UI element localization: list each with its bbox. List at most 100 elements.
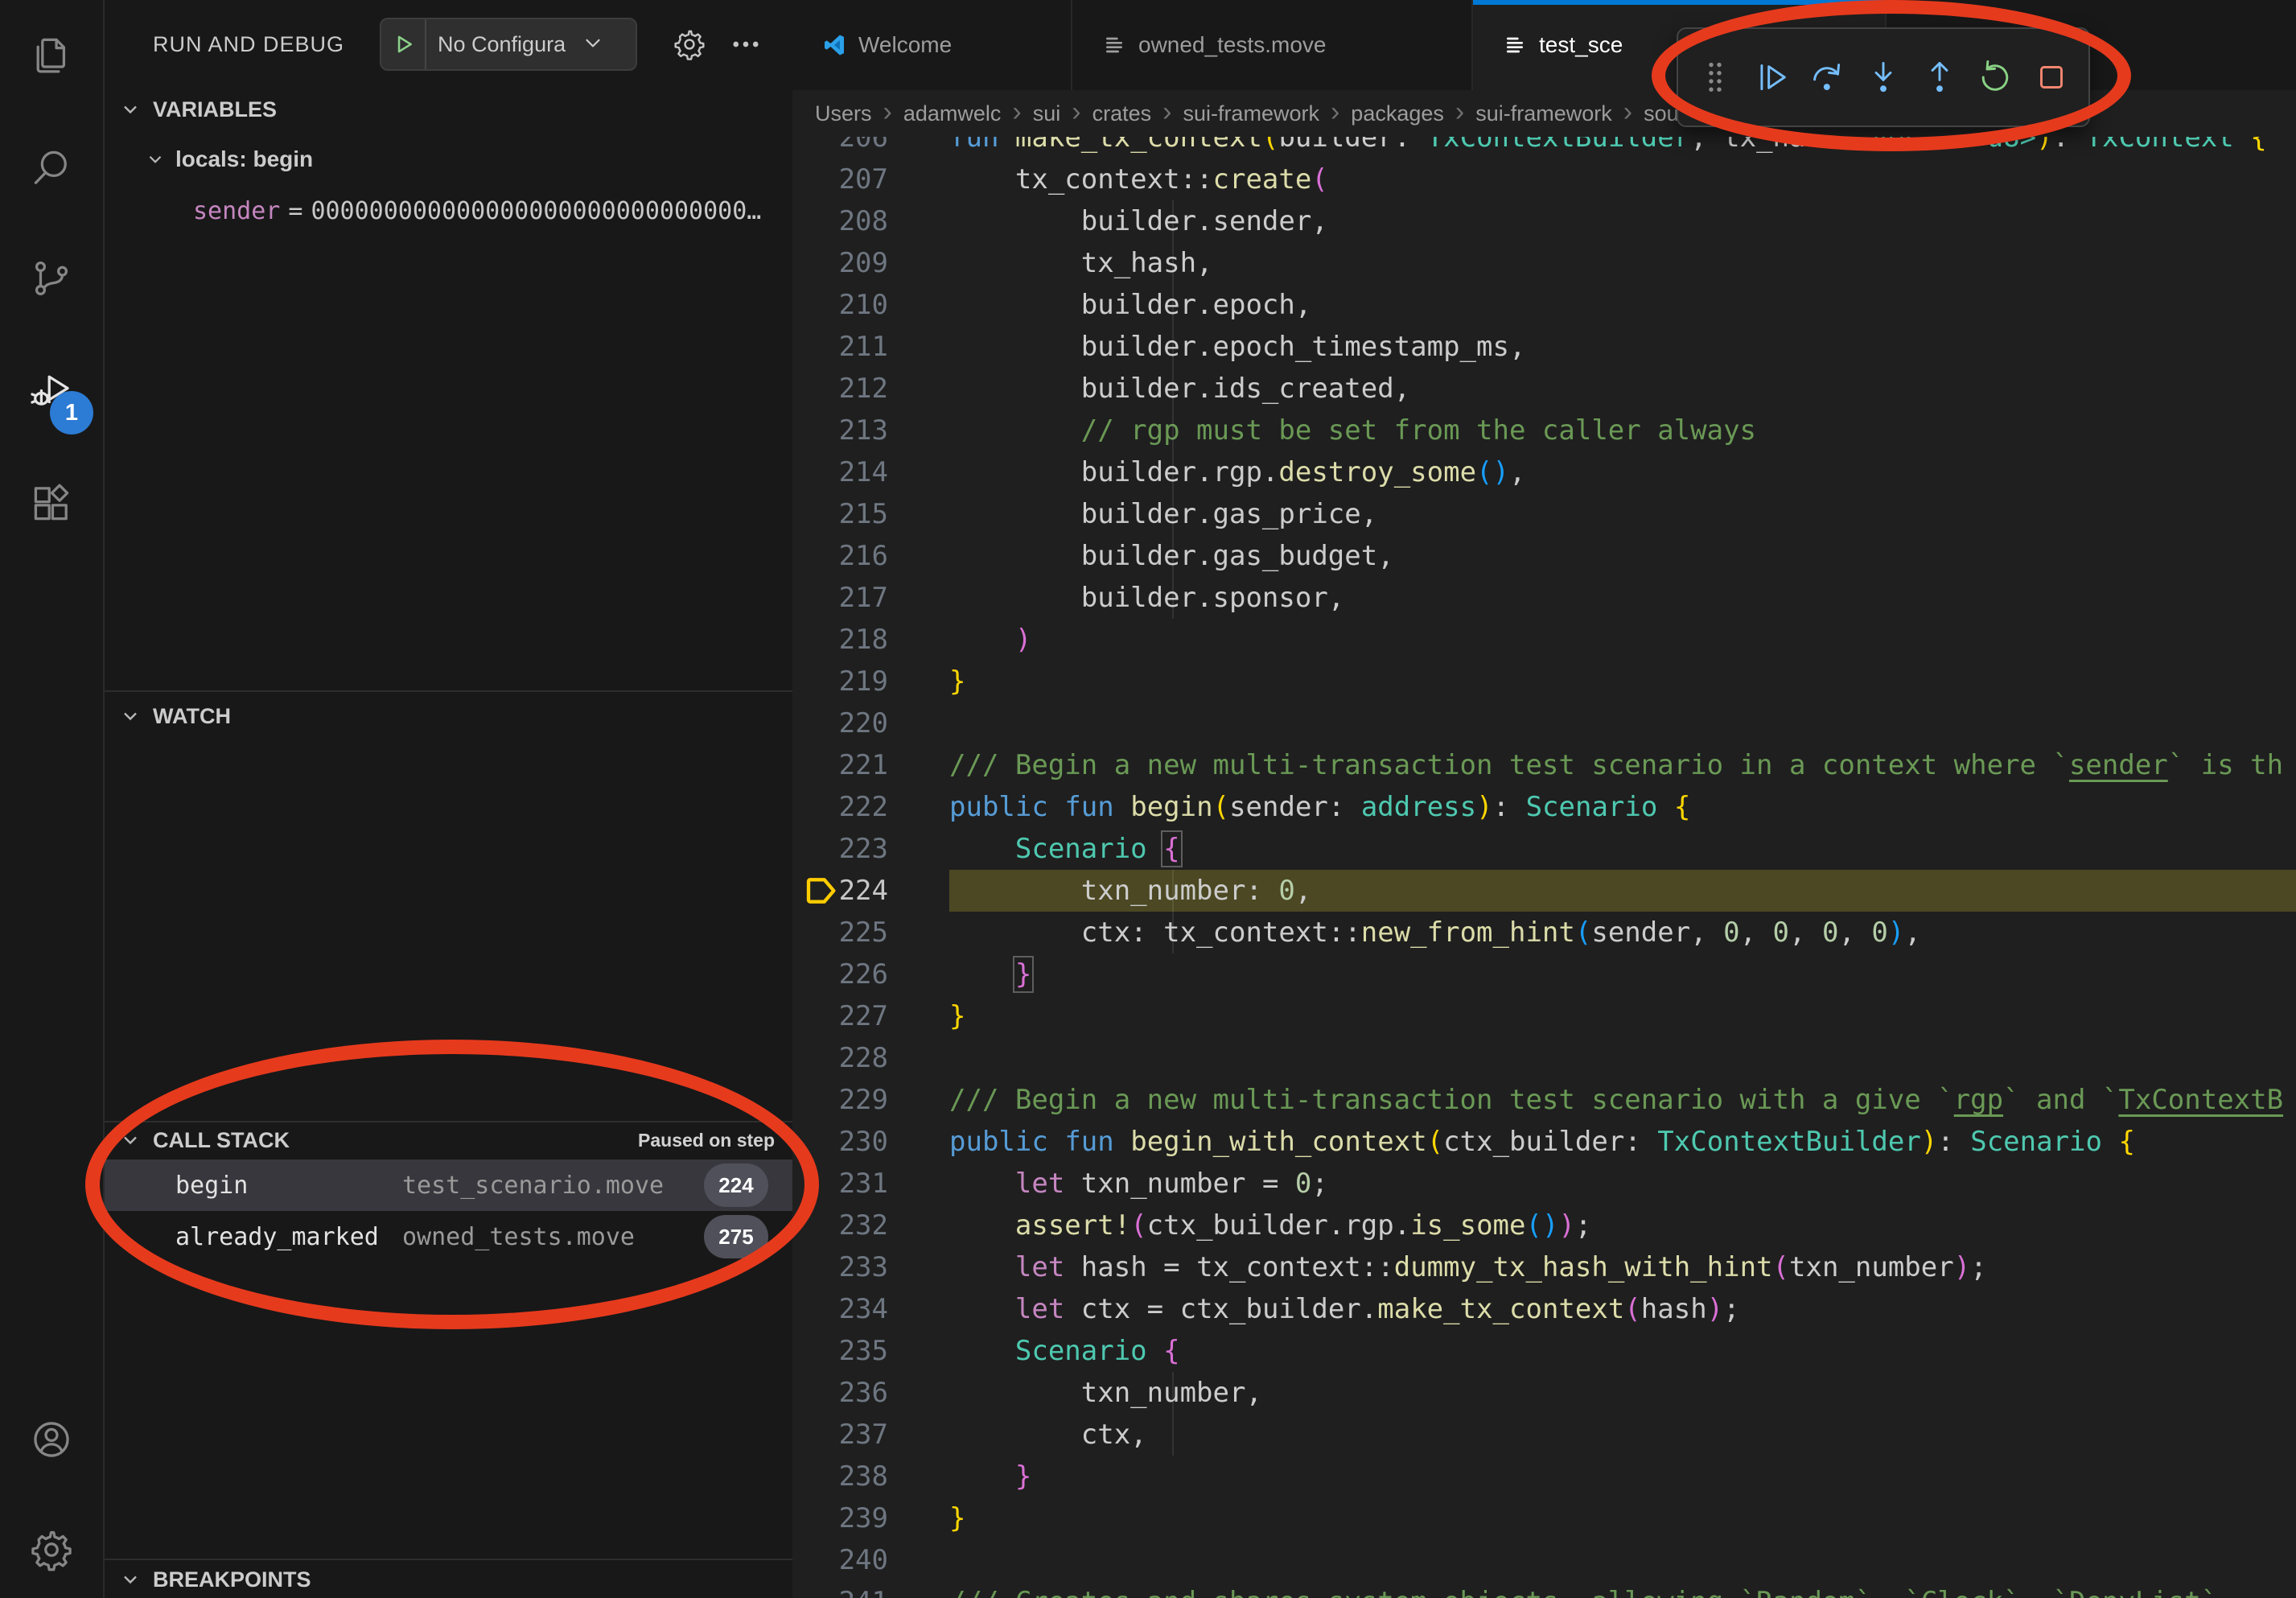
section-watch[interactable]: WATCH xyxy=(105,694,792,739)
activity-item-extensions[interactable] xyxy=(0,480,103,531)
line-number[interactable]: 238 xyxy=(792,1456,888,1497)
views-more-actions-icon[interactable] xyxy=(724,23,767,66)
code-line-228[interactable]: 228 xyxy=(792,1037,2296,1079)
code-line-223[interactable]: 223 Scenario { xyxy=(792,828,2296,870)
line-number[interactable]: 208 xyxy=(792,200,888,242)
breadcrumb-item[interactable]: packages xyxy=(1351,101,1444,126)
line-number[interactable]: 232 xyxy=(792,1205,888,1246)
line-content[interactable]: builder.sender, xyxy=(949,200,2296,242)
code-line-225[interactable]: 225 ctx: tx_context::new_from_hint(sende… xyxy=(792,912,2296,953)
line-content[interactable]: Scenario { xyxy=(949,828,2296,870)
breadcrumb-item[interactable]: sui-framework xyxy=(1183,101,1319,126)
line-content[interactable]: txn_number: 0, xyxy=(949,870,2296,912)
code-line-210[interactable]: 210 builder.epoch, xyxy=(792,284,2296,326)
line-content[interactable]: } xyxy=(949,953,2296,995)
breadcrumb-item[interactable]: sui-framework xyxy=(1475,101,1612,126)
line-number[interactable]: 214 xyxy=(792,451,888,493)
toolbar-drag-handle[interactable] xyxy=(1693,55,1738,100)
stop-button[interactable] xyxy=(2029,55,2074,100)
line-number[interactable]: 215 xyxy=(792,493,888,535)
code-line-224[interactable]: 224 txn_number: 0, xyxy=(792,870,2296,912)
code-line-207[interactable]: 207 tx_context::create( xyxy=(792,159,2296,200)
line-content[interactable]: // rgp must be set from the caller alway… xyxy=(949,410,2296,451)
start-debug-button[interactable] xyxy=(381,19,426,69)
line-content[interactable]: builder.gas_budget, xyxy=(949,535,2296,577)
line-content[interactable]: public fun begin(sender: address): Scena… xyxy=(949,786,2296,828)
code-line-222[interactable]: 222 public fun begin(sender: address): Sc… xyxy=(792,786,2296,828)
line-number[interactable]: 239 xyxy=(792,1497,888,1539)
line-number[interactable]: 237 xyxy=(792,1414,888,1456)
line-content[interactable]: builder.sponsor, xyxy=(949,577,2296,619)
code-line-209[interactable]: 209 tx_hash, xyxy=(792,242,2296,284)
code-line-240[interactable]: 240 xyxy=(792,1539,2296,1581)
code-line-217[interactable]: 217 builder.sponsor, xyxy=(792,577,2296,619)
breadcrumb-item[interactable]: sui xyxy=(1033,101,1061,126)
line-content[interactable]: tx_hash, xyxy=(949,242,2296,284)
line-content[interactable]: builder.rgp.destroy_some(), xyxy=(949,451,2296,493)
line-content[interactable]: /// Begin a new multi-transaction test s… xyxy=(949,1079,2296,1121)
code-line-231[interactable]: 231 let txn_number = 0; xyxy=(792,1163,2296,1205)
activity-item-source-control[interactable] xyxy=(0,254,103,306)
breadcrumb-item[interactable]: crates xyxy=(1092,101,1152,126)
line-content[interactable]: } xyxy=(949,1497,2296,1539)
line-content[interactable]: /// Begin a new multi-transaction test s… xyxy=(949,744,2296,786)
line-number[interactable]: 234 xyxy=(792,1288,888,1330)
tab-owned-tests-move[interactable]: owned_tests.move xyxy=(1072,0,1473,90)
line-content[interactable]: } xyxy=(949,995,2296,1037)
variables-scope-row[interactable]: locals: begin xyxy=(105,138,792,180)
line-number[interactable]: 225 xyxy=(792,912,888,953)
line-number[interactable]: 207 xyxy=(792,159,888,200)
section-variables[interactable]: VARIABLES xyxy=(105,90,792,129)
call-stack-frame[interactable]: begintest_scenario.move224 xyxy=(105,1159,792,1211)
line-number[interactable]: 235 xyxy=(792,1330,888,1372)
line-content[interactable]: let hash = tx_context::dummy_tx_hash_wit… xyxy=(949,1246,2296,1288)
line-content[interactable]: Scenario { xyxy=(949,1330,2296,1372)
line-number[interactable]: 231 xyxy=(792,1163,888,1205)
line-content[interactable]: builder.epoch_timestamp_ms, xyxy=(949,326,2296,368)
code-line-211[interactable]: 211 builder.epoch_timestamp_ms, xyxy=(792,326,2296,368)
code-line-232[interactable]: 232 assert!(ctx_builder.rgp.is_some()); xyxy=(792,1205,2296,1246)
section-call-stack[interactable]: CALL STACK Paused on step xyxy=(105,1122,792,1158)
line-number[interactable]: 210 xyxy=(792,284,888,326)
line-content[interactable]: assert!(ctx_builder.rgp.is_some()); xyxy=(949,1205,2296,1246)
code-line-215[interactable]: 215 builder.gas_price, xyxy=(792,493,2296,535)
line-number[interactable]: 222 xyxy=(792,786,888,828)
line-content[interactable]: } xyxy=(949,1456,2296,1497)
line-content[interactable]: /// Creates and shares system objects, a… xyxy=(949,1581,2296,1598)
code-line-227[interactable]: 227} xyxy=(792,995,2296,1037)
code-line-235[interactable]: 235 Scenario { xyxy=(792,1330,2296,1372)
activity-item-accounts[interactable] xyxy=(0,1415,103,1467)
line-number[interactable]: 229 xyxy=(792,1079,888,1121)
code-line-237[interactable]: 237 ctx, xyxy=(792,1414,2296,1456)
line-content[interactable]: builder.epoch, xyxy=(949,284,2296,326)
activity-item-settings[interactable] xyxy=(0,1526,103,1577)
code-line-219[interactable]: 219} xyxy=(792,661,2296,702)
line-number[interactable]: 211 xyxy=(792,326,888,368)
step-into-button[interactable] xyxy=(1861,55,1906,100)
line-content[interactable]: tx_context::create( xyxy=(949,159,2296,200)
line-number[interactable]: 221 xyxy=(792,744,888,786)
code-line-218[interactable]: 218 ) xyxy=(792,619,2296,661)
line-content[interactable]: builder.gas_price, xyxy=(949,493,2296,535)
breadcrumb-item[interactable]: adamwelc xyxy=(903,101,1002,126)
line-number[interactable]: 226 xyxy=(792,953,888,995)
line-number[interactable]: 223 xyxy=(792,828,888,870)
tab-welcome[interactable]: Welcome xyxy=(792,0,1072,90)
code-line-214[interactable]: 214 builder.rgp.destroy_some(), xyxy=(792,451,2296,493)
activity-item-explorer[interactable] xyxy=(0,31,103,83)
debug-configuration-dropdown[interactable]: No Configura xyxy=(380,18,637,71)
line-content[interactable] xyxy=(949,702,2296,744)
line-number[interactable]: 212 xyxy=(792,368,888,410)
line-number[interactable]: 213 xyxy=(792,410,888,451)
code-line-213[interactable]: 213 // rgp must be set from the caller a… xyxy=(792,410,2296,451)
line-number[interactable]: 230 xyxy=(792,1121,888,1163)
line-content[interactable]: txn_number, xyxy=(949,1372,2296,1414)
code-line-230[interactable]: 230public fun begin_with_context(ctx_bui… xyxy=(792,1121,2296,1163)
code-line-236[interactable]: 236 txn_number, xyxy=(792,1372,2296,1414)
code-line-238[interactable]: 238 } xyxy=(792,1456,2296,1497)
line-number[interactable]: 236 xyxy=(792,1372,888,1414)
line-number[interactable]: 241 xyxy=(792,1581,888,1598)
line-number[interactable]: 219 xyxy=(792,661,888,702)
code-line-239[interactable]: 239} xyxy=(792,1497,2296,1539)
debug-settings-gear-icon[interactable] xyxy=(668,23,711,66)
